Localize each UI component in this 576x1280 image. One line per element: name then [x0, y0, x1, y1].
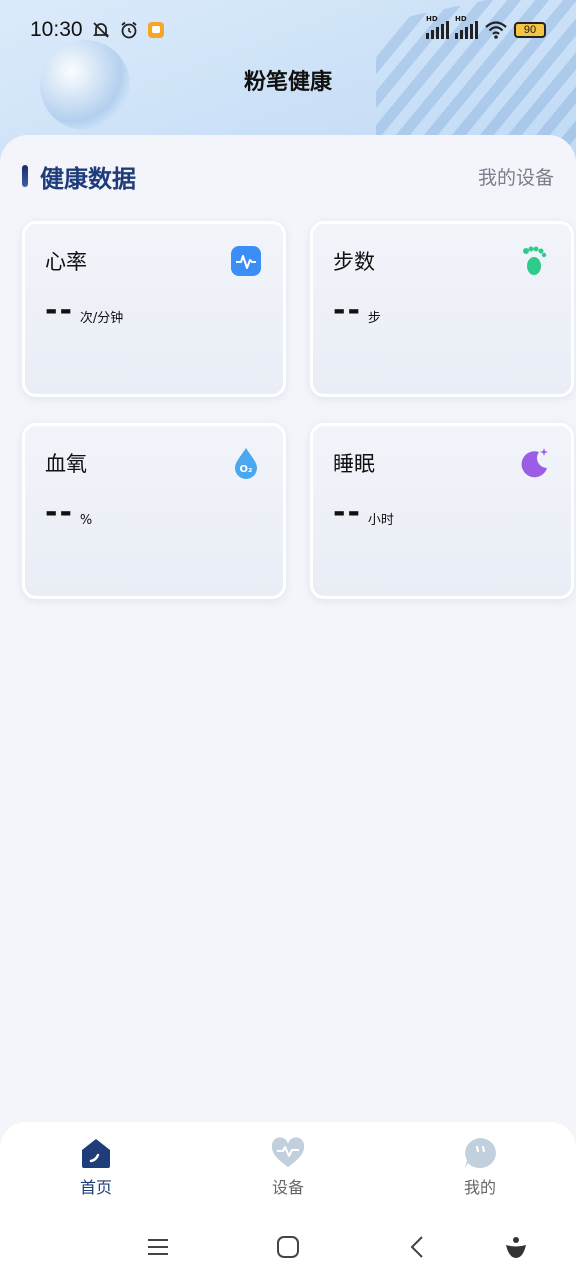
bell-muted-icon [92, 22, 109, 38]
status-time: 10:30 [30, 18, 83, 41]
sleep-card[interactable]: 睡眠 -- 小时 [310, 423, 574, 599]
device-heart-icon [271, 1137, 305, 1167]
tab-home[interactable]: 首页 [36, 1136, 156, 1198]
assistant-icon[interactable] [503, 1234, 529, 1260]
back-icon[interactable] [405, 1234, 431, 1260]
card-title: 心率 [45, 250, 87, 274]
tab-device[interactable]: 设备 [228, 1136, 348, 1198]
bottom-tab-bar: 首页 设备 我的 [0, 1122, 576, 1212]
card-value: -- [333, 293, 362, 328]
card-value: -- [45, 293, 74, 328]
home-icon [82, 1139, 110, 1168]
blood-oxygen-card[interactable]: 血氧 O₂ -- % [22, 423, 286, 599]
moon-icon [521, 448, 548, 478]
card-title: 睡眠 [333, 452, 375, 476]
signal-2-icon: HD [455, 15, 478, 39]
section-title: 健康数据 [40, 164, 136, 193]
section-bar-marker [22, 165, 28, 187]
card-value: -- [333, 495, 362, 530]
tab-label: 我的 [463, 1178, 496, 1197]
card-unit: 小时 [367, 513, 394, 528]
card-title: 步数 [333, 250, 375, 274]
card-unit: 步 [367, 311, 381, 326]
wifi-icon [485, 21, 507, 39]
steps-card[interactable]: 步数 -- 步 [310, 221, 574, 397]
tab-profile[interactable]: 我的 [420, 1136, 540, 1198]
home-square-icon[interactable] [275, 1234, 301, 1260]
my-devices-link[interactable]: 我的设备 [478, 163, 554, 190]
card-value: -- [45, 495, 74, 530]
card-title: 血氧 [45, 452, 87, 476]
heart-rate-icon [231, 246, 261, 276]
card-value-group: -- 次/分钟 [45, 293, 124, 328]
status-bar: 10:30 HD HD 90 [0, 0, 576, 60]
menu-icon[interactable] [145, 1234, 171, 1260]
card-value-group: -- 小时 [333, 495, 394, 530]
profile-bubble-icon [465, 1138, 496, 1168]
tab-label: 设备 [271, 1178, 304, 1197]
footprint-icon [523, 246, 547, 275]
section-header: 健康数据 我的设备 [22, 158, 554, 194]
card-unit: 次/分钟 [79, 311, 124, 326]
page-title: 粉笔健康 [243, 70, 332, 95]
oxygen-drop-icon: O₂ [235, 448, 257, 479]
signal-1-icon: HD [426, 15, 449, 39]
alarm-icon [120, 21, 137, 39]
card-value-group: -- 步 [333, 293, 381, 328]
battery-icon: 90 [514, 22, 546, 38]
heart-rate-card[interactable]: 心率 -- 次/分钟 [22, 221, 286, 397]
tab-label: 首页 [79, 1178, 112, 1197]
svg-text:O₂: O₂ [240, 464, 253, 475]
card-unit: % [79, 513, 93, 528]
notification-app-icon [147, 22, 164, 38]
card-value-group: -- % [45, 495, 93, 530]
system-nav-bar [0, 1212, 576, 1280]
